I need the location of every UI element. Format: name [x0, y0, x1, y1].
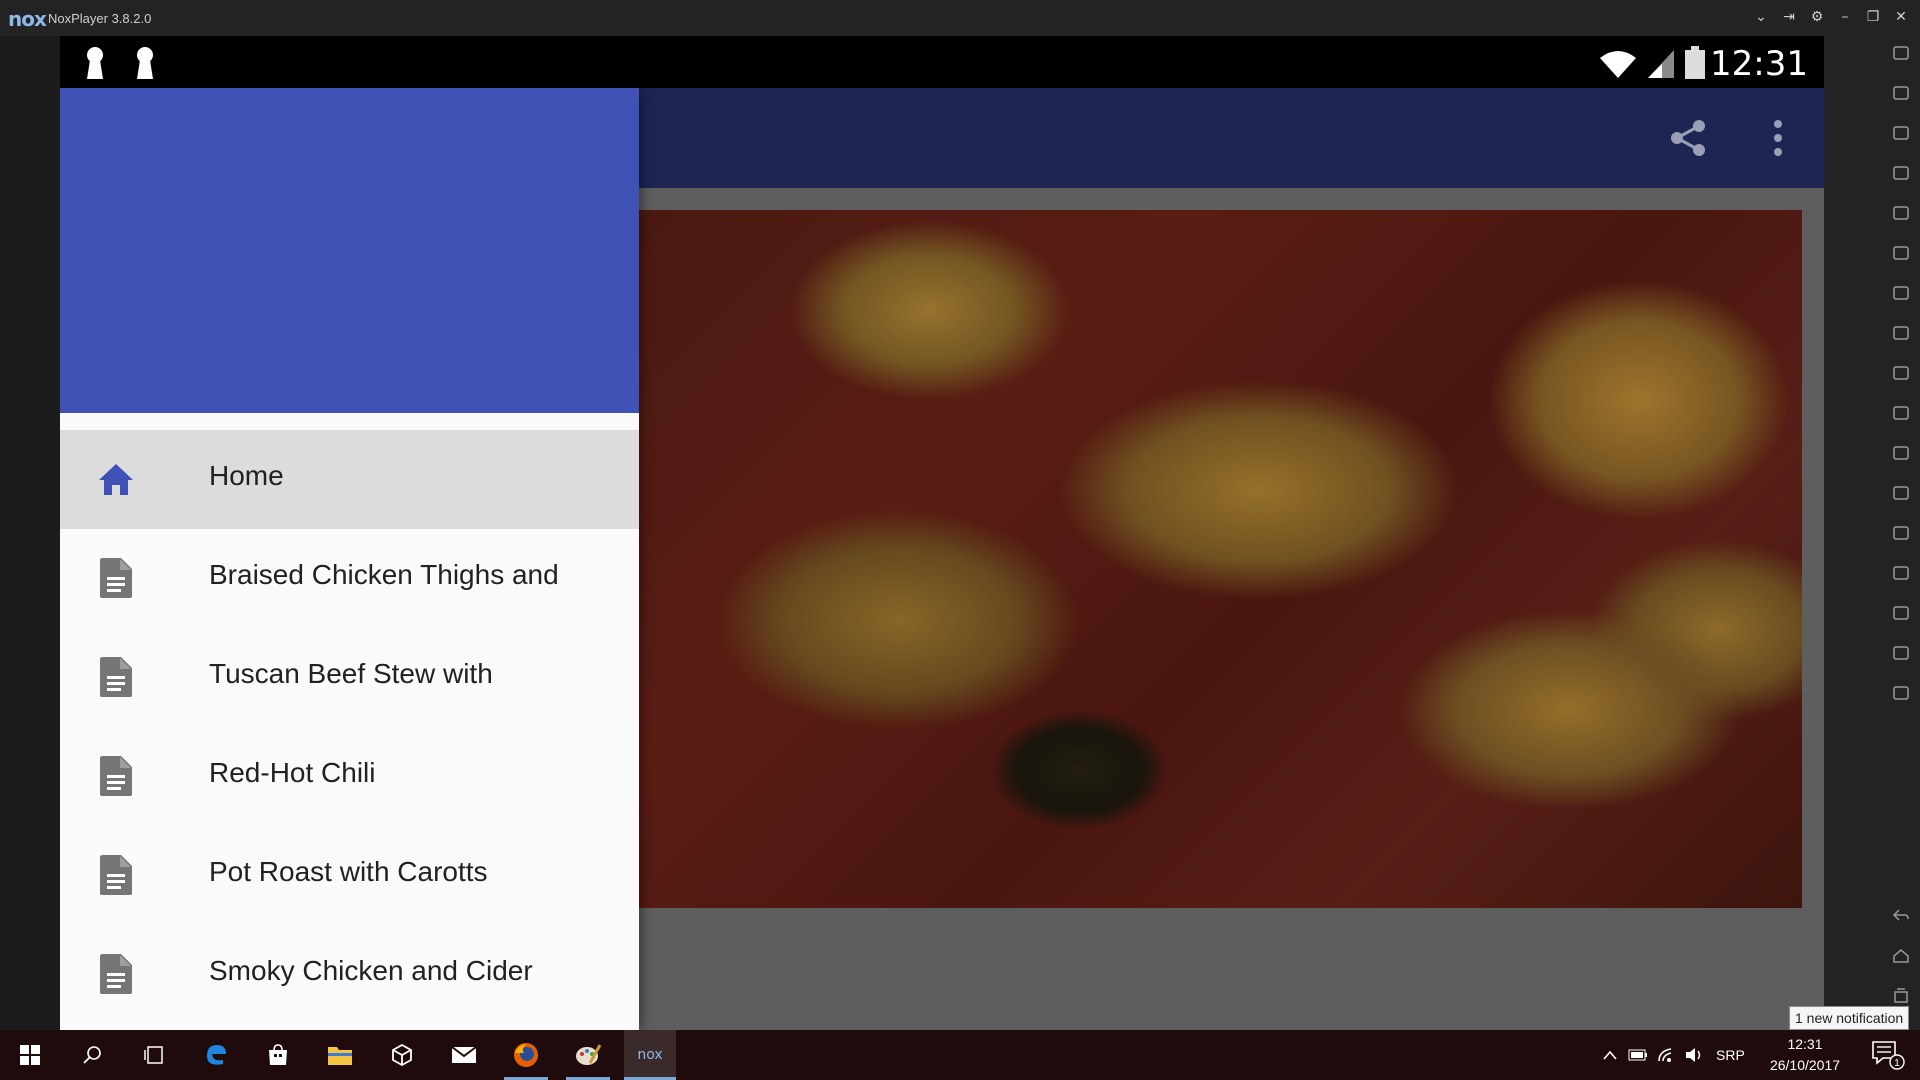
volume-icon[interactable] [1680, 1030, 1708, 1080]
drawer-item-recipe[interactable]: Pot Roast with Carotts [60, 826, 639, 925]
document-icon [96, 954, 136, 994]
drawer-menu: Home Braised Chicken Thighs and Tuscan Bee… [60, 430, 639, 1024]
status-clock: 12:31 [1710, 44, 1808, 84]
drawer-item-label: Smoky Chicken and Cider [209, 955, 533, 986]
shake-icon[interactable] [1888, 40, 1914, 66]
android-screen: 12:31 Home Braised Chicken Thighs and Tusc… [60, 36, 1824, 1030]
battery-icon [1685, 46, 1705, 79]
back-icon[interactable] [1888, 903, 1914, 929]
svg-text:nox: nox [637, 1047, 662, 1063]
pin-icon[interactable]: ⇥ [1778, 6, 1800, 28]
notification-count: 1 [1894, 1058, 1900, 1069]
keyhole-icon [137, 47, 153, 79]
android-status-bar: 12:31 [60, 36, 1824, 88]
drawer-item-home[interactable]: Home [60, 430, 639, 529]
file-explorer-icon[interactable] [314, 1030, 366, 1080]
loading-icon[interactable] [1888, 400, 1914, 426]
windows-start-icon[interactable] [4, 1030, 56, 1080]
input-language[interactable]: SRP [1716, 1047, 1745, 1063]
more-options-button[interactable] [1750, 110, 1806, 166]
menu-icon[interactable] [1888, 640, 1914, 666]
volume-down-icon[interactable] [1888, 320, 1914, 346]
drawer-item-recipe[interactable]: Braised Chicken Thighs and [60, 529, 639, 628]
wifi-icon [1600, 51, 1636, 78]
navigation-drawer: Home Braised Chicken Thighs and Tuscan Bee… [60, 88, 639, 1030]
printer-icon[interactable] [1888, 520, 1914, 546]
document-icon [96, 657, 136, 697]
firefox-icon[interactable] [500, 1030, 552, 1080]
drawer-header [60, 88, 639, 413]
signal-icon [1648, 50, 1674, 78]
multi-instance-icon[interactable] [1888, 440, 1914, 466]
notification-icon: 1 [1872, 1041, 1905, 1070]
notification-tooltip: 1 new notification [1789, 1006, 1910, 1030]
shared-folder-icon[interactable] [1888, 560, 1914, 586]
restore-icon[interactable]: ❐ [1862, 6, 1884, 28]
store-icon[interactable] [252, 1030, 304, 1080]
taskbar-date: 26/10/2017 [1769, 1057, 1841, 1073]
record-icon[interactable] [1888, 480, 1914, 506]
edge-icon[interactable] [190, 1030, 242, 1080]
scissors-icon[interactable] [1888, 120, 1914, 146]
minimize-icon[interactable]: – [1834, 6, 1856, 28]
add-icon[interactable] [1888, 680, 1914, 706]
chevron-down-icon[interactable]: ⌄ [1750, 6, 1772, 28]
settings-icon[interactable]: ⚙ [1806, 6, 1828, 28]
drawer-item-label: Pot Roast with Carotts [209, 856, 488, 887]
unity-icon[interactable] [376, 1030, 428, 1080]
screen-icon[interactable] [1888, 200, 1914, 226]
drawer-item-label: Braised Chicken Thighs and [209, 559, 559, 590]
network-icon[interactable] [1652, 1030, 1680, 1080]
drawer-item-label: Tuscan Beef Stew with [209, 658, 493, 689]
taskbar-time: 12:31 [1787, 1036, 1823, 1052]
window-title: NoxPlayer 3.8.2.0 [48, 11, 152, 26]
home-icon [96, 459, 136, 499]
document-icon [96, 558, 136, 598]
task-view-icon[interactable] [128, 1030, 180, 1080]
sync-icon[interactable] [1888, 600, 1914, 626]
recipe-image [639, 210, 1802, 908]
drawer-item-recipe[interactable]: Tuscan Beef Stew with [60, 628, 639, 727]
taskbar-clock[interactable]: 12:31 26/10/2017 [1760, 1034, 1850, 1076]
drawer-item-label: Red-Hot Chili [209, 757, 376, 788]
close-icon[interactable]: ✕ [1890, 6, 1912, 28]
drawer-item-recipe[interactable]: Red-Hot Chili [60, 727, 639, 826]
more-vert-icon [1774, 120, 1782, 156]
home-icon[interactable] [1888, 943, 1914, 969]
install-apk-icon[interactable] [1888, 360, 1914, 386]
drawer-item-recipe[interactable]: Smoky Chicken and Cider [60, 925, 639, 1024]
volume-up-icon[interactable] [1888, 280, 1914, 306]
share-button[interactable] [1660, 110, 1716, 166]
nox-icon[interactable]: nox [624, 1030, 676, 1080]
drawer-item-label: Home [209, 460, 284, 491]
fullscreen-icon[interactable] [1888, 240, 1914, 266]
system-tray: SRP [1596, 1030, 1753, 1080]
keyboard-icon[interactable] [1888, 80, 1914, 106]
location-icon[interactable] [1888, 160, 1914, 186]
search-icon[interactable] [66, 1030, 118, 1080]
nox-logo: nox [8, 7, 47, 31]
action-center-button[interactable]: 1 [1856, 1030, 1920, 1080]
paint-icon[interactable] [562, 1030, 614, 1080]
mail-icon[interactable] [438, 1030, 490, 1080]
share-icon [1671, 120, 1705, 156]
window-controls: ⌄ ⇥ ⚙ – ❐ ✕ [1750, 6, 1912, 28]
document-icon [96, 756, 136, 796]
battery-icon[interactable] [1624, 1030, 1652, 1080]
windows-taskbar: nox SRP 12:31 26/10/2017 1 [0, 1030, 1920, 1080]
document-icon [96, 855, 136, 895]
emulator-title-bar: nox NoxPlayer 3.8.2.0 ⌄ ⇥ ⚙ – ❐ ✕ [0, 0, 1920, 36]
keyhole-icon [87, 47, 103, 79]
chevron-up-icon[interactable] [1596, 1030, 1624, 1080]
